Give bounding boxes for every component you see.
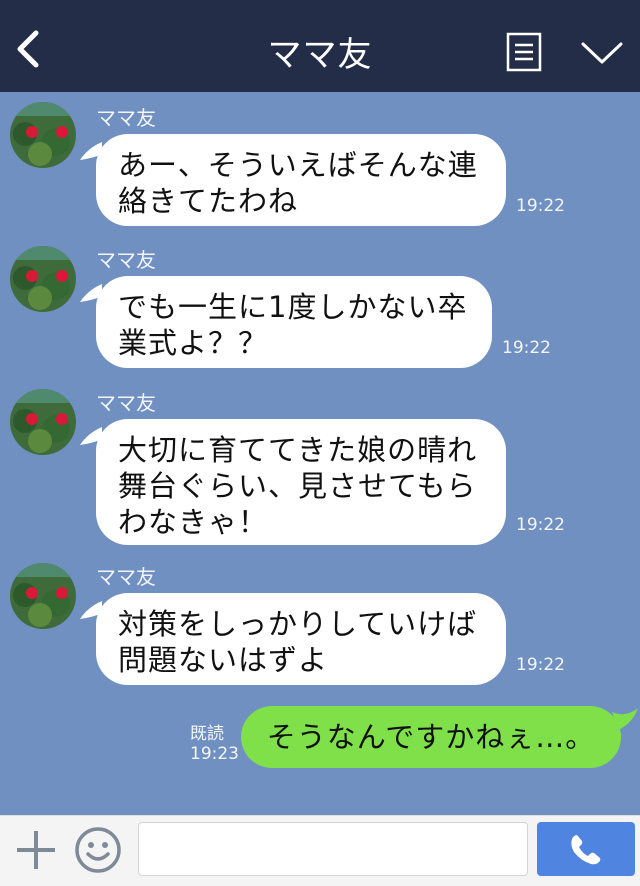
sender-name: ママ友 — [96, 248, 156, 272]
message-text: 問題ないはずよ — [118, 643, 329, 677]
avatar[interactable] — [10, 246, 76, 312]
message-text: あー、そういえばそんな連 — [118, 148, 478, 182]
message-bubble[interactable]: あー、そういえばそんな連 絡きてたわね — [96, 134, 506, 226]
message-bubble[interactable]: 対策をしっかりしていけば 問題ないはずよ — [96, 593, 506, 685]
plus-icon[interactable] — [14, 828, 58, 872]
chat-header: ママ友 — [0, 0, 640, 92]
message-text: わなきゃ！ — [118, 505, 269, 539]
sender-name: ママ友 — [96, 391, 156, 415]
message-bubble[interactable]: 大切に育ててきた娘の晴れ 舞台ぐらい、見させてもら わなきゃ！ — [96, 419, 506, 545]
message-text: 大切に育ててきた娘の晴れ — [118, 433, 478, 467]
smiley-icon[interactable] — [74, 826, 122, 874]
message-text: 舞台ぐらい、見させてもら — [118, 469, 477, 503]
notes-icon[interactable] — [506, 32, 542, 72]
sent-message-bubble[interactable]: そうなんですかねぇ…。 — [241, 706, 621, 768]
avatar[interactable] — [10, 102, 76, 168]
chat-area[interactable]: ママ友 あー、そういえばそんな連 絡きてたわね 19:22 ママ友 でも一生に1… — [0, 92, 640, 815]
message-text: 対策をしっかりしていけば — [118, 607, 478, 641]
chat-title: ママ友 — [267, 35, 373, 75]
sent-time: 19:23 — [190, 744, 239, 764]
avatar[interactable] — [10, 563, 76, 629]
message-text: でも一生に1度しかない卒 — [118, 290, 468, 324]
composer-bar — [0, 815, 640, 886]
message-text: 絡きてたわね — [118, 184, 299, 218]
read-receipt: 既読 19:23 — [190, 724, 239, 764]
sender-name: ママ友 — [96, 106, 156, 130]
read-label: 既読 — [190, 724, 224, 744]
message-time: 19:22 — [516, 196, 565, 216]
message-input[interactable] — [138, 822, 528, 876]
message-bubble[interactable]: でも一生に1度しかない卒 業式よ？？ — [96, 276, 492, 368]
message-time: 19:22 — [516, 515, 565, 535]
bubble-tail — [612, 708, 638, 730]
chevron-down-icon[interactable] — [580, 38, 624, 68]
message-text: 業式よ？？ — [118, 326, 269, 360]
sender-name: ママ友 — [96, 565, 156, 589]
message-time: 19:22 — [516, 655, 565, 675]
message-time: 19:22 — [502, 338, 551, 358]
avatar[interactable] — [10, 389, 76, 455]
sent-message-text: そうなんですかねぇ…。 — [266, 720, 596, 754]
phone-icon — [571, 835, 601, 865]
call-button[interactable] — [537, 822, 635, 876]
